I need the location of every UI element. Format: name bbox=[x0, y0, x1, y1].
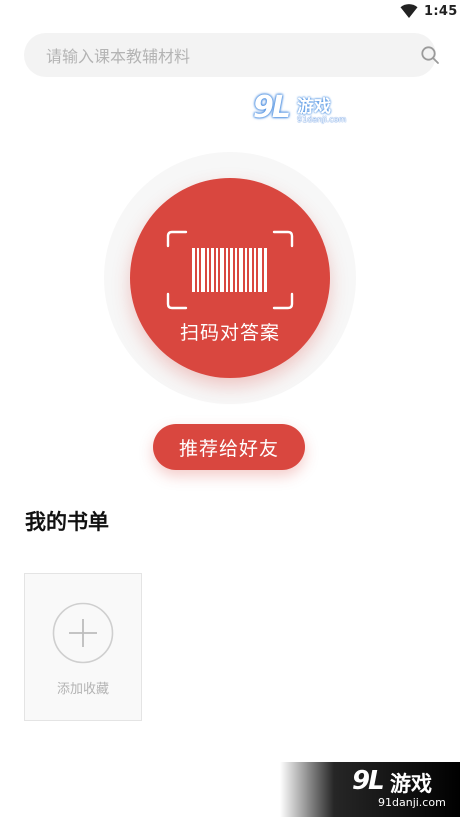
scan-answer-label: 扫码对答案 bbox=[179, 322, 280, 344]
watermark-logo-url: 91danji.com bbox=[297, 115, 347, 124]
watermark-logo-mark: 9L bbox=[352, 766, 385, 796]
watermark-logo-name: 游戏 bbox=[297, 97, 331, 117]
scan-answer-button[interactable]: 扫码对答案 bbox=[130, 178, 330, 378]
watermark-logo-bottom: 9L 游戏 91danji.com bbox=[280, 762, 460, 817]
watermark-logo-top: 9L 游戏 91danji.com bbox=[253, 90, 353, 128]
recommend-to-friend-button[interactable]: 推荐给好友 bbox=[153, 424, 305, 470]
search-input[interactable] bbox=[44, 33, 388, 79]
status-time: 1:45 bbox=[424, 4, 458, 19]
booklist-title: 我的书单 bbox=[25, 510, 109, 534]
barcode-scan-icon bbox=[166, 230, 294, 310]
add-favorite-label: 添加收藏 bbox=[56, 682, 109, 697]
watermark-logo-name: 游戏 bbox=[390, 772, 432, 796]
add-favorite-card[interactable]: 添加收藏 bbox=[24, 573, 142, 721]
plus-icon bbox=[52, 602, 114, 664]
wifi-icon bbox=[400, 4, 418, 18]
watermark-logo-url: 91danji.com bbox=[378, 796, 446, 809]
status-bar: 1:45 bbox=[0, 0, 460, 26]
search-bar[interactable] bbox=[24, 33, 439, 79]
search-icon[interactable] bbox=[420, 45, 440, 65]
watermark-logo-mark: 9L bbox=[253, 90, 291, 125]
